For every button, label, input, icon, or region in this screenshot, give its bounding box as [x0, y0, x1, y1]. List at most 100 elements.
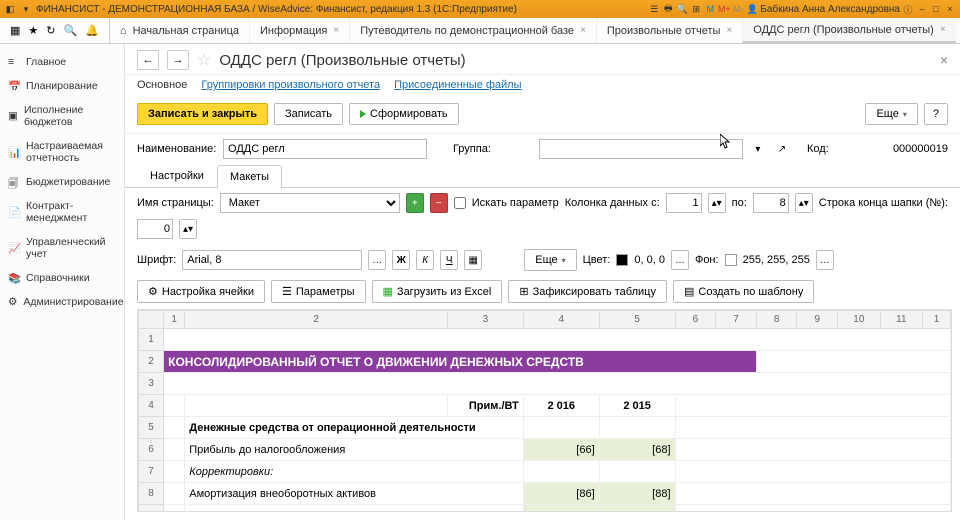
link-main[interactable]: Основное: [137, 79, 187, 91]
close-icon[interactable]: ×: [944, 3, 956, 15]
subtab-settings[interactable]: Настройки: [137, 164, 217, 187]
grid-button[interactable]: ▦: [464, 250, 482, 270]
font-label: Шрифт:: [137, 254, 176, 266]
star-icon[interactable]: ★: [28, 24, 38, 37]
minimize-icon[interactable]: –: [916, 3, 928, 15]
sidebar-item[interactable]: 📈Управленческий учет: [0, 230, 124, 266]
bell-icon[interactable]: 🔔: [85, 24, 99, 37]
subtab-layouts[interactable]: Макеты: [217, 165, 282, 188]
color-swatch[interactable]: [616, 254, 628, 266]
font-more-icon[interactable]: …: [368, 250, 386, 270]
more-button[interactable]: Еще: [865, 103, 917, 125]
gear-icon: ⚙: [148, 285, 158, 298]
tab-home[interactable]: ⌂ Начальная страница: [109, 18, 249, 43]
sidebar-item[interactable]: 📚Справочники: [0, 266, 124, 290]
sidebar-item[interactable]: 📊Настраиваемая отчетность: [0, 134, 124, 170]
close-icon[interactable]: ×: [940, 24, 946, 35]
history-icon[interactable]: ↻: [46, 24, 55, 37]
remove-page-button[interactable]: −: [430, 193, 448, 213]
bg-swatch[interactable]: [725, 254, 737, 266]
bg-more-icon[interactable]: …: [816, 250, 834, 270]
name-label: Наименование:: [137, 143, 217, 155]
sidebar: ≡Главное📅Планирование▣Исполнение бюджето…: [0, 44, 125, 520]
tool-icon[interactable]: M+: [718, 3, 730, 15]
info-icon[interactable]: ⓘ: [902, 3, 914, 15]
italic-button[interactable]: К: [416, 250, 434, 270]
sidebar-item[interactable]: 📄Контракт-менеджмент: [0, 194, 124, 230]
more-button-2[interactable]: Еще: [524, 249, 576, 271]
list-icon: ☰: [282, 285, 292, 298]
search-icon[interactable]: 🔍: [64, 24, 78, 37]
favorite-icon[interactable]: ☆: [197, 50, 211, 70]
maximize-icon[interactable]: □: [930, 3, 942, 15]
sidebar-item[interactable]: 🗐Бюджетирование: [0, 170, 124, 194]
col-from-label: Колонка данных с:: [565, 197, 660, 209]
tool-icon[interactable]: M: [704, 3, 716, 15]
col-to-label: по:: [732, 197, 747, 209]
spinner-icon[interactable]: ▴▾: [179, 219, 197, 239]
close-icon[interactable]: ×: [580, 25, 586, 36]
name-input[interactable]: [223, 139, 427, 159]
sidebar-item[interactable]: ⚙Администрирование: [0, 290, 124, 314]
content: ← → ☆ ОДДС регл (Произвольные отчеты) × …: [125, 44, 960, 520]
spreadsheet[interactable]: 1234567891011112КОНСОЛИДИРОВАННЫЙ ОТЧЕТ …: [137, 309, 952, 512]
nav-icon: 📈: [8, 242, 20, 254]
cell-settings-button[interactable]: ⚙Настройка ячейки: [137, 280, 265, 303]
template-button[interactable]: ▤Создать по шаблону: [673, 280, 814, 303]
nav-icon: ▣: [8, 110, 18, 122]
save-button[interactable]: Записать: [274, 103, 343, 125]
link-files[interactable]: Присоединенные файлы: [394, 79, 521, 91]
down-icon[interactable]: ▾: [20, 3, 32, 15]
save-close-button[interactable]: Записать и закрыть: [137, 103, 268, 125]
tab-item[interactable]: Путеводитель по демонстрационной базе×: [349, 18, 596, 43]
nav-icon: ≡: [8, 56, 20, 68]
col-from-input[interactable]: [666, 193, 702, 213]
excel-button[interactable]: ▦Загрузить из Excel: [372, 280, 503, 303]
sidebar-item[interactable]: 📅Планирование: [0, 74, 124, 98]
nav-icon: 📅: [8, 80, 20, 92]
link-groups[interactable]: Группировки произвольного отчета: [201, 79, 380, 91]
params-button[interactable]: ☰Параметры: [271, 280, 366, 303]
help-button[interactable]: ?: [924, 103, 948, 125]
color-more-icon[interactable]: …: [671, 250, 689, 270]
underline-button[interactable]: Ч: [440, 250, 458, 270]
close-icon[interactable]: ×: [333, 25, 339, 36]
tool-icon[interactable]: ☰: [648, 3, 660, 15]
group-label: Группа:: [453, 143, 533, 155]
sidebar-item[interactable]: ▣Исполнение бюджетов: [0, 98, 124, 134]
code-value: 000000019: [893, 143, 948, 155]
group-open-icon[interactable]: ↗: [773, 139, 791, 159]
code-label: Код:: [807, 143, 887, 155]
spinner-icon[interactable]: ▴▾: [795, 193, 813, 213]
template-icon: ▤: [684, 285, 694, 298]
tab-item[interactable]: Информация×: [249, 18, 349, 43]
group-input[interactable]: [539, 139, 743, 159]
col-to-input[interactable]: [753, 193, 789, 213]
page-name-select[interactable]: Макет: [220, 193, 400, 213]
sidebar-item[interactable]: ≡Главное: [0, 50, 124, 74]
font-input[interactable]: [182, 250, 362, 270]
tab-item[interactable]: Произвольные отчеты×: [596, 18, 742, 43]
app-icon: ◧: [4, 3, 16, 15]
tab-item[interactable]: ОДДС регл (Произвольные отчеты)×: [742, 18, 955, 43]
nav-icon: 🗐: [8, 176, 20, 188]
back-button[interactable]: ←: [137, 50, 159, 70]
close-icon[interactable]: ×: [726, 25, 732, 36]
fix-table-button[interactable]: ⊞Зафиксировать таблицу: [508, 280, 667, 303]
form-button[interactable]: Сформировать: [349, 103, 459, 125]
forward-button[interactable]: →: [167, 50, 189, 70]
tool-icon[interactable]: ⊞: [690, 3, 702, 15]
apps-icon[interactable]: ▦: [10, 24, 20, 37]
spinner-icon[interactable]: ▴▾: [708, 193, 726, 213]
close-page-icon[interactable]: ×: [940, 52, 948, 68]
search-param-checkbox[interactable]: [454, 197, 466, 209]
tool-icon[interactable]: 🖶: [662, 3, 674, 15]
titlebar: ◧ ▾ ФИНАНСИСТ - ДЕМОНСТРАЦИОННАЯ БАЗА / …: [0, 0, 960, 18]
tool-icon[interactable]: M-: [732, 3, 744, 15]
tool-icon[interactable]: 🔍: [676, 3, 688, 15]
group-select-icon[interactable]: ▾: [749, 139, 767, 159]
home-icon: ⌂: [120, 25, 127, 37]
header-end-input[interactable]: [137, 219, 173, 239]
bold-button[interactable]: Ж: [392, 250, 410, 270]
add-page-button[interactable]: +: [406, 193, 424, 213]
